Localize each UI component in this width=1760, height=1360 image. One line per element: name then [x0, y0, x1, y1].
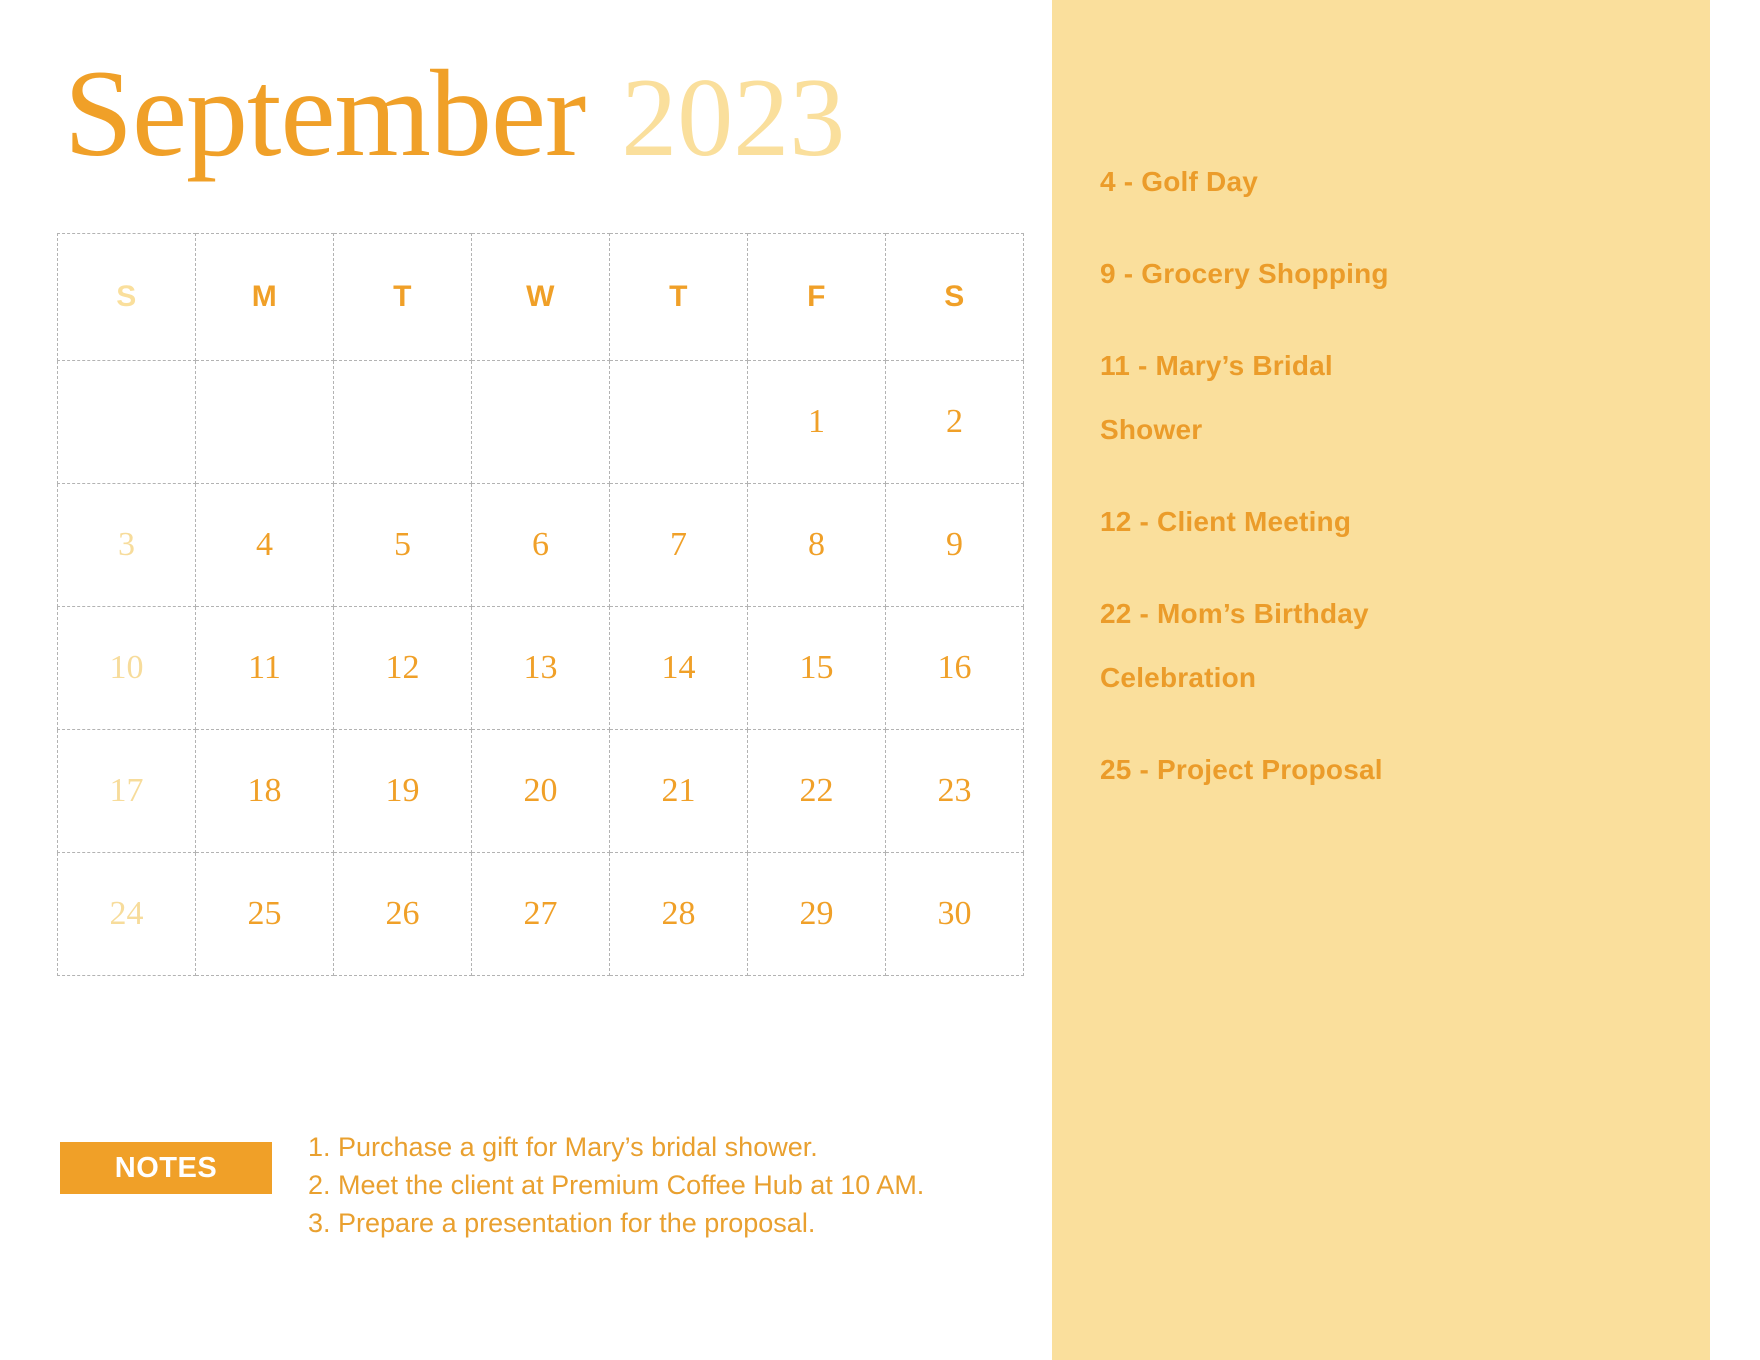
day-cell[interactable]: 3 — [57, 483, 196, 607]
day-cell[interactable]: 8 — [747, 483, 886, 607]
day-cell[interactable]: 18 — [195, 729, 334, 853]
day-cell[interactable]: 14 — [609, 606, 748, 730]
calendar-body: 1 2 3 4 5 6 7 8 9 10 11 12 13 14 15 16 1… — [57, 360, 1024, 976]
note-item: 3. Prepare a presentation for the propos… — [308, 1208, 816, 1238]
day-cell[interactable]: 23 — [885, 729, 1024, 853]
calendar-week-row: 17 18 19 20 21 22 23 — [57, 729, 1024, 853]
day-cell[interactable]: 11 — [195, 606, 334, 730]
day-cell[interactable]: 15 — [747, 606, 886, 730]
weekday-header-sunday: S — [57, 233, 196, 361]
weekday-header-tuesday: T — [333, 233, 472, 361]
day-cell[interactable]: 19 — [333, 729, 472, 853]
day-cell[interactable]: 1 — [747, 360, 886, 484]
day-cell[interactable]: 20 — [471, 729, 610, 853]
day-cell[interactable]: 2 — [885, 360, 1024, 484]
notes-badge: NOTES — [60, 1142, 272, 1194]
day-cell[interactable]: 24 — [57, 852, 196, 976]
weekday-header-wednesday: W — [471, 233, 610, 361]
day-cell[interactable]: 4 — [195, 483, 334, 607]
day-cell[interactable]: 21 — [609, 729, 748, 853]
weekday-header-row: S M T W T F S — [57, 233, 1024, 361]
weekday-header-thursday: T — [609, 233, 748, 361]
day-cell[interactable]: 6 — [471, 483, 610, 607]
notes-list: 1. Purchase a gift for Mary’s bridal sho… — [272, 1128, 924, 1242]
day-cell[interactable] — [57, 360, 196, 484]
weekday-header-monday: M — [195, 233, 334, 361]
day-cell[interactable]: 29 — [747, 852, 886, 976]
day-cell[interactable]: 25 — [195, 852, 334, 976]
day-cell[interactable]: 16 — [885, 606, 1024, 730]
calendar-week-row: 1 2 — [57, 360, 1024, 484]
note-item: 1. Purchase a gift for Mary’s bridal sho… — [308, 1132, 818, 1162]
weekday-header-saturday: S — [885, 233, 1024, 361]
calendar-grid: S M T W T F S 1 2 3 4 5 6 7 8 9 10 11 12… — [57, 233, 1024, 976]
event-item: 12 - Client Meeting — [1100, 506, 1352, 537]
day-cell[interactable]: 10 — [57, 606, 196, 730]
day-cell[interactable]: 17 — [57, 729, 196, 853]
weekday-header-friday: F — [747, 233, 886, 361]
calendar-week-row: 3 4 5 6 7 8 9 — [57, 483, 1024, 607]
event-item: 4 - Golf Day — [1100, 166, 1258, 197]
day-cell[interactable]: 5 — [333, 483, 472, 607]
day-cell[interactable]: 30 — [885, 852, 1024, 976]
event-item: 11 - Mary’s Bridal Shower — [1100, 350, 1333, 445]
day-cell[interactable]: 27 — [471, 852, 610, 976]
day-cell[interactable] — [333, 360, 472, 484]
calendar-week-row: 10 11 12 13 14 15 16 — [57, 606, 1024, 730]
day-cell[interactable]: 7 — [609, 483, 748, 607]
day-cell[interactable]: 9 — [885, 483, 1024, 607]
day-cell[interactable] — [609, 360, 748, 484]
day-cell[interactable]: 12 — [333, 606, 472, 730]
event-item: 25 - Project Proposal — [1100, 754, 1383, 785]
notes-section: NOTES 1. Purchase a gift for Mary’s brid… — [60, 1128, 924, 1242]
day-cell[interactable]: 26 — [333, 852, 472, 976]
day-cell[interactable]: 28 — [609, 852, 748, 976]
title-month: September — [64, 45, 586, 182]
events-sidebar: 4 - Golf Day 9 - Grocery Shopping 11 - M… — [1052, 0, 1710, 1360]
event-item: 22 - Mom’s Birthday Celebration — [1100, 598, 1369, 693]
calendar-week-row: 24 25 26 27 28 29 30 — [57, 852, 1024, 976]
note-item: 2. Meet the client at Premium Coffee Hub… — [308, 1170, 925, 1200]
title-year: 2023 — [621, 56, 846, 180]
day-cell[interactable] — [195, 360, 334, 484]
day-cell[interactable]: 22 — [747, 729, 886, 853]
page-title: September 2023 — [64, 52, 845, 176]
day-cell[interactable] — [471, 360, 610, 484]
calendar-page: September 2023 S M T W T F S 1 2 3 4 5 6… — [0, 0, 1760, 1360]
day-cell[interactable]: 13 — [471, 606, 610, 730]
event-item: 9 - Grocery Shopping — [1100, 258, 1389, 289]
calendar-header-row: S M T W T F S — [57, 233, 1024, 361]
